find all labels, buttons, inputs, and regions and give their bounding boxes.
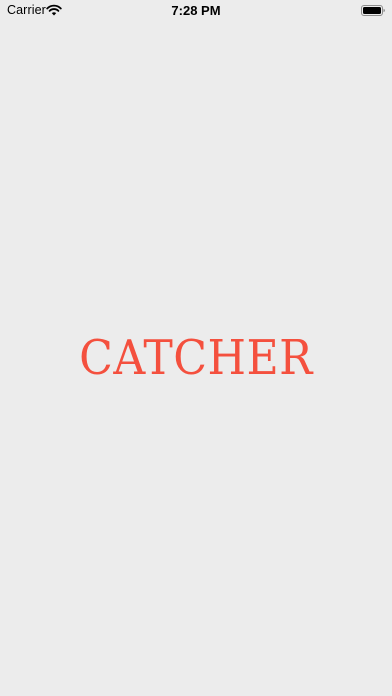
splash-container: CATCHER [0,0,392,696]
brand-logo-text: CATCHER [79,330,313,386]
app-screen: Carrier 7:28 PM CATCHER [0,0,392,696]
